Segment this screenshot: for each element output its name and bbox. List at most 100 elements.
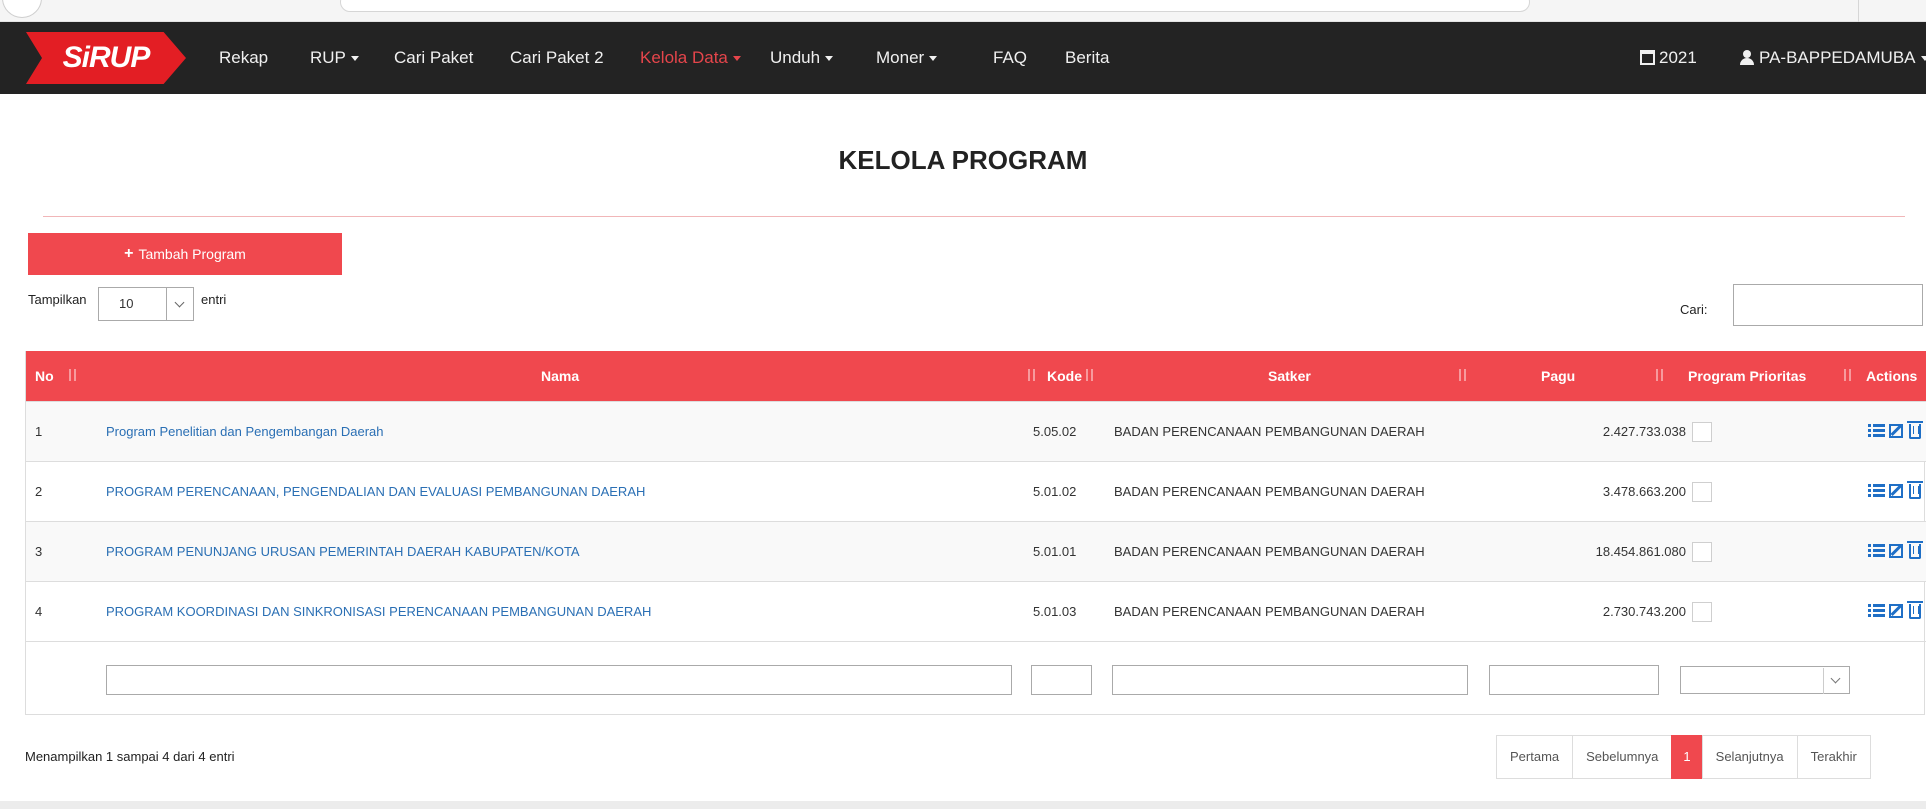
edit-icon[interactable] <box>1889 544 1903 558</box>
sirup-logo[interactable]: SiRUP <box>26 32 186 84</box>
nav-rekap[interactable]: Rekap <box>219 22 268 94</box>
nav-moner[interactable]: Moner <box>876 22 938 94</box>
nav-unduh[interactable]: Unduh <box>770 22 834 94</box>
table-row: 4 PROGRAM KOORDINASI DAN SINKRONISASI PE… <box>26 581 1926 641</box>
list-icon[interactable] <box>1868 543 1885 559</box>
filter-kode-input[interactable] <box>1031 665 1092 695</box>
col-nama[interactable]: Nama <box>541 351 579 401</box>
toolbar-divider <box>1858 0 1859 22</box>
nav-rup[interactable]: RUP <box>310 22 359 94</box>
table-row: 3 PROGRAM PENUNJANG URUSAN PEMERINTAH DA… <box>26 521 1926 581</box>
caret-down-icon <box>825 56 834 62</box>
col-label: Nama <box>541 368 580 384</box>
logo-text: SiRUP <box>62 41 151 74</box>
trash-icon[interactable] <box>1907 541 1923 559</box>
prioritas-checkbox[interactable] <box>1692 542 1712 562</box>
nav-faq[interactable]: FAQ <box>993 22 1027 94</box>
search-label: Cari: <box>1680 302 1708 317</box>
year-selector[interactable]: 2021 <box>1640 22 1697 94</box>
page-length-select[interactable]: 10 <box>98 287 194 321</box>
nav-berita[interactable]: Berita <box>1065 22 1109 94</box>
cell-pagu: 2.427.733.038 <box>1602 424 1686 439</box>
sort-icon <box>1028 369 1036 382</box>
browser-button[interactable] <box>2 0 42 18</box>
cell-kode: 5.01.02 <box>1033 484 1077 499</box>
cell-satker: BADAN PERENCANAAN PEMBANGUNAN DAERAH <box>1114 484 1425 499</box>
sort-asc-icon <box>69 369 77 382</box>
cell-nama-link[interactable]: PROGRAM PERENCANAAN, PENGENDALIAN DAN EV… <box>106 462 645 522</box>
filter-satker-input[interactable] <box>1112 665 1468 695</box>
list-icon[interactable] <box>1868 483 1885 499</box>
cell-no: 1 <box>35 424 43 439</box>
col-label: Pagu <box>1541 368 1576 384</box>
page-previous[interactable]: Sebelumnya <box>1572 735 1673 779</box>
page-title: KELOLA PROGRAM <box>838 145 1088 175</box>
table-header: No Nama Kode Satker Pagu Program Priorit… <box>26 351 1926 401</box>
prioritas-checkbox[interactable] <box>1692 482 1712 502</box>
cell-nama-link[interactable]: Program Penelitian dan Pengembangan Daer… <box>106 402 384 462</box>
chevron-down-icon <box>166 288 193 320</box>
search-input[interactable] <box>1733 284 1923 326</box>
bottom-divider <box>0 801 1926 809</box>
page-current[interactable]: 1 <box>1671 735 1703 779</box>
col-label: Actions <box>1866 368 1918 384</box>
add-program-button[interactable]: + Tambah Program <box>28 233 342 275</box>
filter-pagu-input[interactable] <box>1489 665 1659 695</box>
caret-down-icon <box>1920 56 1926 62</box>
program-table: No Nama Kode Satker Pagu Program Priorit… <box>25 351 1926 715</box>
user-menu[interactable]: PA-BAPPEDAMUBA <box>1740 22 1926 94</box>
plus-icon: + <box>124 245 134 262</box>
edit-icon[interactable] <box>1889 424 1903 438</box>
list-icon[interactable] <box>1868 423 1885 439</box>
address-bar[interactable] <box>340 0 1530 12</box>
nav-label: Kelola Data <box>640 48 728 67</box>
table-info: Menampilkan 1 sampai 4 dari 4 entri <box>25 749 235 764</box>
cell-pagu: 3.478.663.200 <box>1602 484 1686 499</box>
cell-nama-link[interactable]: PROGRAM PENUNJANG URUSAN PEMERINTAH DAER… <box>106 522 580 582</box>
page-last[interactable]: Terakhir <box>1796 735 1871 779</box>
col-program-prioritas[interactable]: Program Prioritas <box>1688 351 1806 401</box>
nav-kelola-data[interactable]: Kelola Data <box>640 22 741 94</box>
cell-nama-link[interactable]: PROGRAM KOORDINASI DAN SINKRONISASI PERE… <box>106 582 651 642</box>
col-no[interactable]: No <box>35 351 54 401</box>
nav-cari-paket[interactable]: Cari Paket <box>394 22 473 94</box>
nav-label: Cari Paket 2 <box>510 48 604 67</box>
edit-icon[interactable] <box>1889 604 1903 618</box>
trash-icon[interactable] <box>1907 601 1923 619</box>
chevron-down-icon <box>1823 668 1849 694</box>
nav-label: Rekap <box>219 48 269 67</box>
col-label: No <box>35 368 54 384</box>
filter-prioritas-select[interactable] <box>1680 666 1850 694</box>
length-suffix: entri <box>201 292 227 307</box>
nav-label: Berita <box>1065 48 1110 67</box>
prioritas-checkbox[interactable] <box>1692 422 1712 442</box>
col-pagu[interactable]: Pagu <box>1541 351 1575 401</box>
cell-satker: BADAN PERENCANAAN PEMBANGUNAN DAERAH <box>1114 604 1425 619</box>
pagination: Pertama Sebelumnya 1 Selanjutnya Terakhi… <box>1496 735 1871 779</box>
prioritas-checkbox[interactable] <box>1692 602 1712 622</box>
cell-pagu: 2.730.743.200 <box>1602 604 1686 619</box>
filter-nama-input[interactable] <box>106 665 1012 695</box>
col-kode[interactable]: Kode <box>1047 351 1082 401</box>
trash-icon[interactable] <box>1907 421 1923 439</box>
cell-kode: 5.01.01 <box>1033 544 1077 559</box>
col-actions: Actions <box>1866 351 1917 401</box>
user-icon <box>1740 50 1754 65</box>
edit-icon[interactable] <box>1889 484 1903 498</box>
caret-down-icon <box>350 56 359 62</box>
year-label: 2021 <box>1659 48 1697 67</box>
col-satker[interactable]: Satker <box>1268 351 1311 401</box>
nav-label: FAQ <box>993 48 1028 67</box>
page-first[interactable]: Pertama <box>1496 735 1574 779</box>
list-icon[interactable] <box>1868 603 1885 619</box>
page-next[interactable]: Selanjutnya <box>1701 735 1798 779</box>
nav-cari-paket-2[interactable]: Cari Paket 2 <box>510 22 604 94</box>
top-navbar: SiRUP Rekap RUP Cari Paket Cari Paket 2 … <box>0 22 1926 94</box>
caret-down-icon <box>732 56 741 62</box>
length-prefix: Tampilkan <box>28 292 87 307</box>
trash-icon[interactable] <box>1907 481 1923 499</box>
browser-toolbar <box>0 0 1926 22</box>
cell-no: 4 <box>35 604 43 619</box>
table-row: 2 PROGRAM PERENCANAAN, PENGENDALIAN DAN … <box>26 461 1926 521</box>
nav-label: Moner <box>876 48 925 67</box>
